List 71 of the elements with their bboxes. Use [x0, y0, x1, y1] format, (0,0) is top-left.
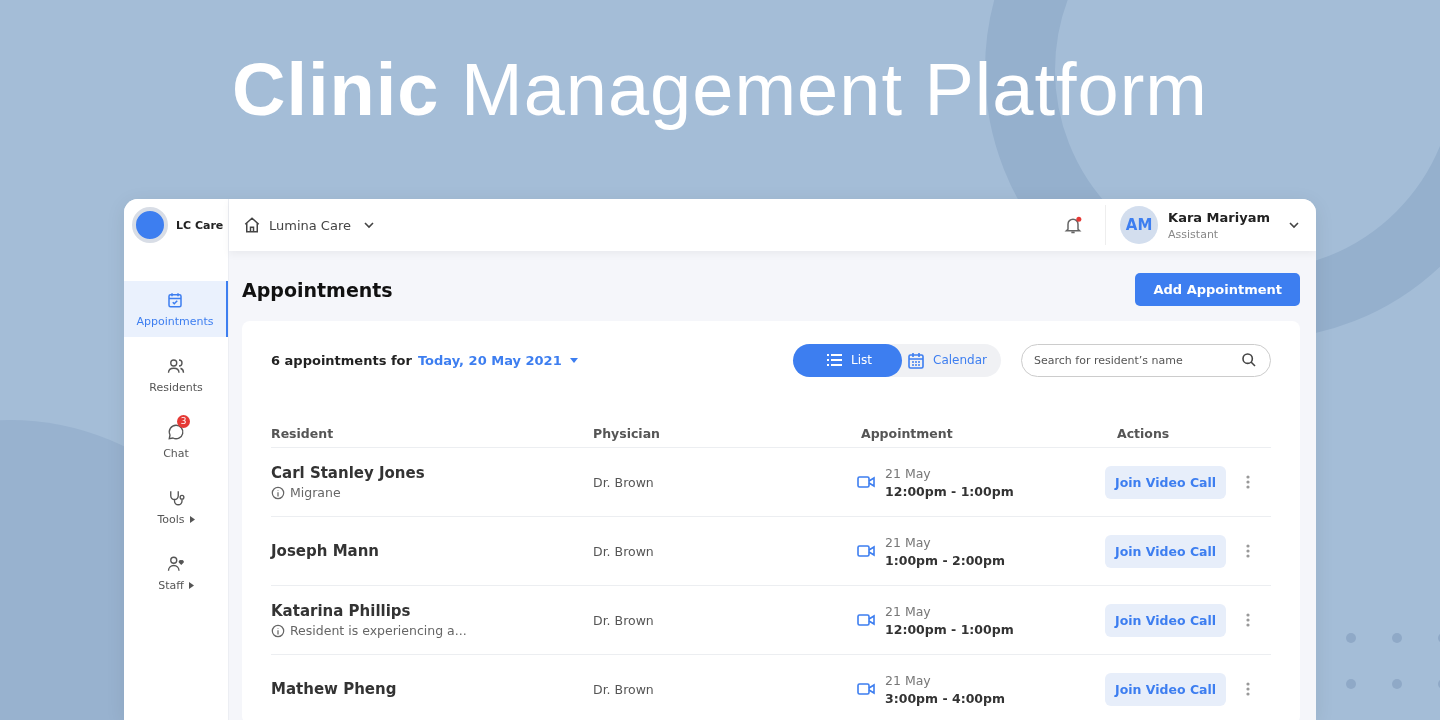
sidebar-item[interactable]: Appointments	[124, 281, 228, 337]
add-appointment-button[interactable]: Add Appointment	[1135, 273, 1300, 306]
physician-name: Dr. Brown	[593, 612, 655, 628]
appointment-time: 3:00pm - 4:00pm	[885, 690, 1006, 706]
resident-name: Joseph Mann	[271, 542, 381, 560]
people-icon	[167, 356, 185, 375]
logo-icon	[132, 207, 168, 243]
calendar-icon	[908, 351, 925, 369]
sidebar-item[interactable]: Residents	[124, 347, 228, 403]
resident-note: Resident is experiencing a...	[290, 623, 467, 638]
appointment-date: 21 May	[885, 465, 932, 481]
appointment-time: 12:00pm - 1:00pm	[885, 621, 1014, 637]
join-video-call-button[interactable]: Join Video Call	[1105, 534, 1227, 568]
view-tab[interactable]: List	[793, 343, 903, 377]
appointment-time: 1:00pm - 2:00pm	[885, 552, 1006, 568]
info-icon	[271, 623, 285, 638]
appointment-date: 21 May	[885, 672, 932, 688]
resident-name: Carl Stanley Jones	[271, 464, 426, 482]
resident-note: Migrane	[290, 485, 341, 500]
headline: Clinic Management Platform	[231, 47, 1209, 133]
search-icon	[1241, 351, 1257, 368]
chat-bubble-icon	[167, 422, 185, 441]
user-name: Kara Mariyam	[1168, 209, 1270, 225]
column-header: Appointment	[861, 425, 954, 441]
caret-icon	[188, 581, 194, 589]
info-icon	[271, 485, 285, 500]
chevron-down-icon[interactable]	[1288, 219, 1300, 231]
chevron-down-icon[interactable]	[362, 219, 375, 231]
video-camera-icon	[857, 613, 875, 627]
physician-name: Dr. Brown	[593, 474, 655, 490]
physician-name: Dr. Brown	[593, 681, 655, 697]
list-icon	[827, 354, 843, 366]
sidebar-item[interactable]: Staff	[124, 545, 228, 601]
more-options-icon[interactable]	[1246, 613, 1251, 627]
more-options-icon[interactable]	[1246, 544, 1251, 558]
column-header: Physician	[593, 425, 661, 441]
page-title: Appointments	[242, 278, 393, 301]
video-camera-icon	[857, 544, 875, 558]
calendar-check-icon	[166, 290, 184, 309]
resident-name: Katarina Phillips	[271, 602, 412, 620]
view-tab[interactable]: Calendar	[902, 343, 1001, 377]
unread-badge: 3	[177, 414, 190, 428]
appointment-date: 21 May	[885, 534, 932, 550]
appointment-count: 6 appointments for	[271, 352, 412, 368]
join-video-call-button[interactable]: Join Video Call	[1105, 603, 1227, 637]
more-options-icon[interactable]	[1246, 682, 1251, 696]
user-role: Assistant	[1168, 227, 1220, 241]
user-avatar[interactable]: AM	[1120, 206, 1159, 244]
column-header: Actions	[1117, 425, 1171, 441]
column-header: Resident	[271, 425, 335, 441]
sidebar-item[interactable]: Tools	[124, 479, 228, 535]
notification-bell-icon[interactable]	[1063, 215, 1084, 235]
sidebar-item[interactable]: 3 Chat	[124, 413, 228, 469]
date-picker[interactable]: Today, 20 May 2021	[417, 352, 578, 368]
caret-icon	[569, 357, 578, 363]
resident-name: Mathew Pheng	[271, 680, 398, 698]
logo-text: LC Care	[176, 218, 224, 232]
appointment-time: 12:00pm - 1:00pm	[885, 483, 1014, 499]
join-video-call-button[interactable]: Join Video Call	[1105, 672, 1227, 706]
person-heart-icon	[167, 554, 185, 573]
stethoscope-icon	[167, 488, 185, 507]
location-name: Lumina Care	[269, 217, 351, 233]
search-field[interactable]: Search for resident’s name	[1021, 343, 1271, 377]
physician-name: Dr. Brown	[593, 543, 655, 559]
caret-icon	[189, 515, 195, 523]
join-video-call-button[interactable]: Join Video Call	[1105, 465, 1227, 499]
video-camera-icon	[857, 475, 875, 489]
appointment-date: 21 May	[885, 603, 932, 619]
video-camera-icon	[857, 682, 875, 696]
home-icon	[243, 216, 261, 234]
more-options-icon[interactable]	[1246, 475, 1251, 489]
